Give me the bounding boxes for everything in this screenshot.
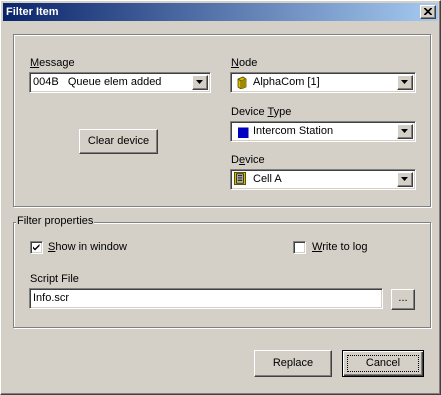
device-label: Device bbox=[231, 154, 265, 166]
chevron-down-icon bbox=[196, 80, 203, 84]
device-type-dropdown-button[interactable] bbox=[397, 124, 413, 139]
cube-icon bbox=[237, 76, 247, 89]
message-select[interactable]: 004B Queue elem added bbox=[29, 72, 211, 93]
device-select[interactable]: Cell A bbox=[230, 169, 416, 190]
close-button[interactable] bbox=[420, 5, 436, 19]
device-type-select-value: Intercom Station bbox=[253, 125, 334, 137]
node-dropdown-button[interactable] bbox=[397, 75, 413, 90]
browse-button[interactable]: ... bbox=[391, 289, 415, 310]
script-file-label: Script File bbox=[30, 273, 79, 285]
intercom-device-icon bbox=[234, 172, 246, 185]
write-to-log-checkbox[interactable] bbox=[293, 241, 306, 254]
node-select[interactable]: AlphaCom [1] bbox=[230, 72, 416, 93]
clear-device-button[interactable]: Clear device bbox=[79, 129, 158, 154]
message-select-value: 004B Queue elem added bbox=[33, 76, 162, 88]
checkmark-icon bbox=[33, 244, 40, 251]
script-file-field[interactable]: Info.scr bbox=[29, 288, 383, 309]
message-dropdown-button[interactable] bbox=[192, 75, 208, 90]
close-icon bbox=[424, 8, 432, 15]
device-type-select[interactable]: Intercom Station bbox=[230, 121, 416, 142]
cancel-button[interactable]: Cancel bbox=[342, 350, 424, 377]
chevron-down-icon bbox=[401, 177, 408, 181]
square-icon bbox=[238, 127, 249, 138]
device-dropdown-button[interactable] bbox=[397, 172, 413, 187]
filter-item-dialog: Filter Item Message 004B Queue elem adde… bbox=[0, 0, 441, 395]
replace-button[interactable]: Replace bbox=[254, 350, 332, 377]
node-select-value: AlphaCom [1] bbox=[253, 76, 320, 88]
chevron-down-icon bbox=[401, 80, 408, 84]
node-label: Node bbox=[231, 57, 258, 69]
show-in-window-checkbox[interactable] bbox=[30, 241, 43, 254]
window-title: Filter Item bbox=[6, 6, 59, 18]
chevron-down-icon bbox=[401, 129, 408, 133]
script-file-value: Info.scr bbox=[33, 292, 70, 304]
device-select-value: Cell A bbox=[253, 173, 282, 185]
device-type-label: Device Type bbox=[231, 106, 292, 118]
filter-properties-title: Filter properties bbox=[16, 215, 95, 228]
show-in-window-label[interactable]: Show in window bbox=[48, 241, 127, 254]
write-to-log-label[interactable]: Write to log bbox=[312, 241, 367, 254]
title-bar[interactable]: Filter Item bbox=[3, 3, 438, 21]
message-label: Message bbox=[30, 57, 75, 69]
